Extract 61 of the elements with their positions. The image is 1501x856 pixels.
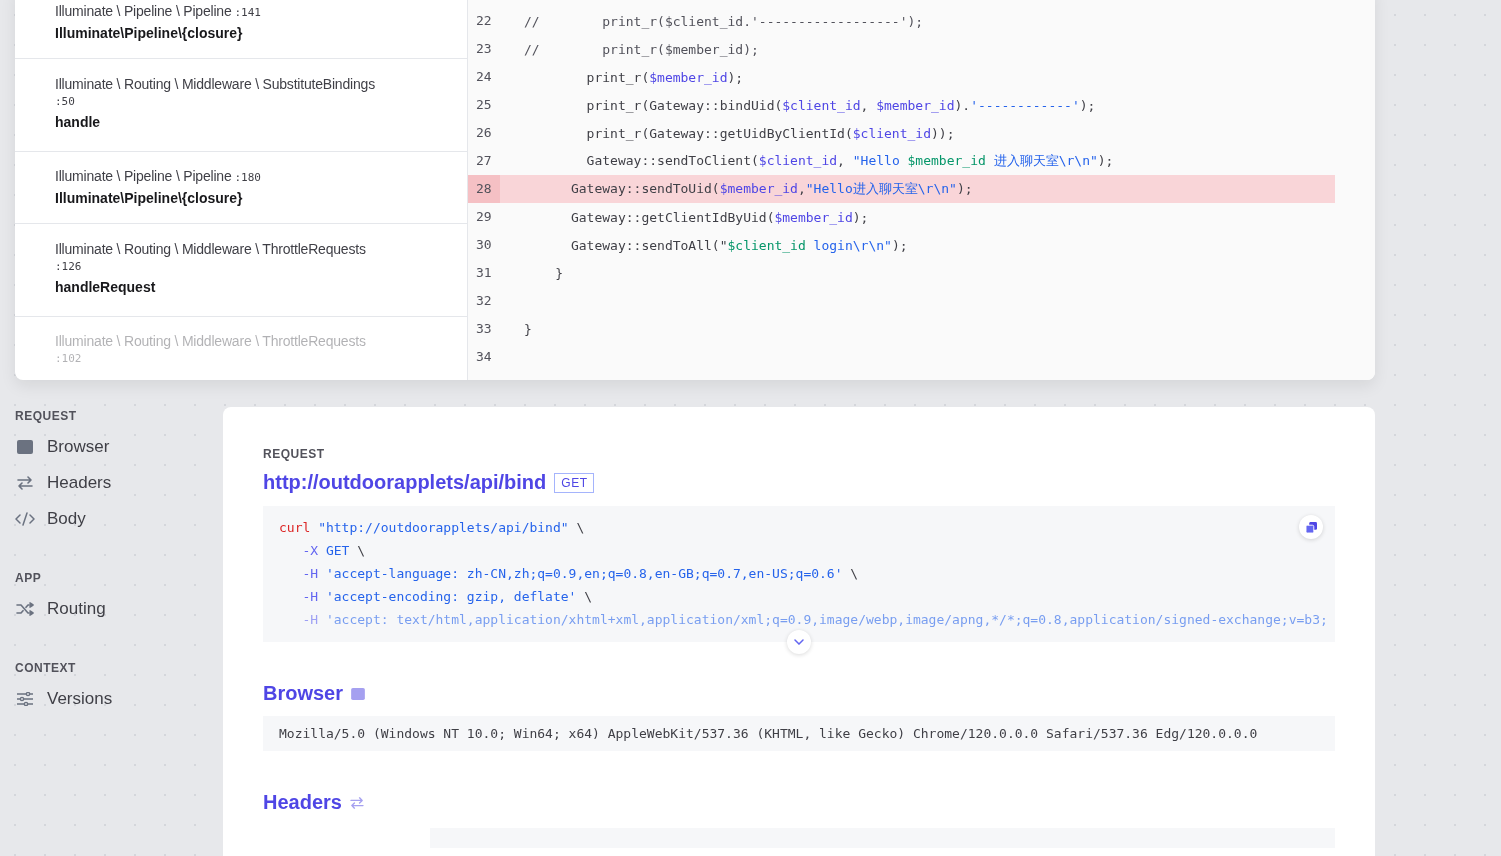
line-number: 30 [475, 236, 493, 254]
sidebar-link[interactable]: Body [15, 501, 86, 537]
frame-class-path: Illuminate \ Pipeline \ Pipeline [55, 168, 232, 184]
line-number: 24 [475, 68, 493, 86]
line-number: 27 [475, 152, 493, 170]
browser-heading: Browser [263, 682, 1335, 705]
user-agent-text: Mozilla/5.0 (Windows NT 10.0; Win64; x64) AppleWebKit/537.36 (KHTML, like Gecko) Chrome/120.0.0.0 Safari/537.36 Edg/120.0.0.0 [263, 716, 1335, 751]
curl-line: -H 'accept-encoding: gzip, deflate' \ [301, 588, 593, 606]
line-number: 29 [475, 208, 493, 226]
frame-line-number: :50 [55, 94, 75, 110]
line-number: 26 [475, 124, 493, 142]
stack-frame[interactable]: Illuminate \ Routing \ Middleware \ SubstituteBindings :50 handle [15, 59, 467, 152]
code-text: Gateway::sendToClient($client_id, "Hello $member_id 进入聊天室\r\n"); [585, 152, 1114, 170]
stack-frame[interactable]: Illuminate \ Routing \ Middleware \ ThrottleRequests :126 handleRequest [15, 224, 467, 317]
curl-line: curl "http://outdoorapplets/api/bind" \ [279, 519, 585, 537]
curl-line: -X GET \ [301, 542, 366, 560]
line-number: 33 [475, 320, 493, 338]
sidebar-section-title: CONTEXT [15, 661, 76, 675]
frame-method: Illuminate\Pipeline\{closure} [55, 25, 244, 41]
code-text: // print_r($client_id.'------------------'); [524, 13, 924, 29]
frame-method: handle [55, 114, 102, 130]
line-number: 28 [468, 175, 500, 203]
sidebar-link[interactable]: Headers [15, 465, 112, 501]
sidebar-link[interactable]: Routing [15, 591, 106, 627]
code-text: print_r($member_id); [585, 69, 744, 85]
line-number: 34 [475, 348, 493, 366]
request-url-link[interactable]: http://outdoorapplets/api/bind [263, 471, 547, 494]
sidebar-section-title: APP [15, 571, 42, 585]
code-text: Gateway::getClientIdByUid($member_id); [569, 209, 869, 225]
code-text: Gateway::sendToAll("$client_id login\r\n"); [569, 237, 908, 253]
code-text: // print_r($member_id); [524, 41, 759, 57]
line-number: 31 [475, 264, 493, 282]
frame-line-number: :126 [55, 259, 82, 275]
frame-class-path: Illuminate \ Routing \ Middleware \ SubstituteBindings [55, 76, 375, 92]
frame-line-number: :102 [55, 351, 82, 367]
stack-frame[interactable]: Illuminate \ Pipeline \ Pipeline :141 Illuminate\Pipeline\{closure} [15, 0, 467, 59]
code-text: print_r(Gateway::getUidByClientId($client_id)); [585, 125, 955, 141]
code-text: Gateway::sendToUid($member_id,"Hello进入聊天室\r\n"); [569, 180, 973, 198]
line-number: 25 [475, 96, 493, 114]
code-text: print_r(Gateway::bindUid($client_id, $member_id).'------------'); [585, 97, 1096, 113]
frame-class-path: Illuminate \ Pipeline \ Pipeline [55, 3, 232, 19]
section-label: REQUEST [263, 447, 326, 461]
frame-line-number: :180 [234, 170, 261, 186]
line-number: 23 [475, 40, 493, 58]
frame-method: handleRequest [55, 279, 157, 295]
sidebar-link[interactable]: Versions [15, 681, 113, 717]
frame-class-path: Illuminate \ Routing \ Middleware \ ThrottleRequests [55, 333, 366, 349]
stack-frame[interactable]: Illuminate \ Pipeline \ Pipeline :180 Illuminate\Pipeline\{closure} [15, 152, 467, 224]
sidebar-link[interactable]: Browser [15, 429, 110, 465]
curl-line: -H 'accept: text/html,application/xhtml+xml,application/xml;q=0.9,image/webp,image/apng,*/*;q=0.8,application/signed-exchange;v=b3; [301, 611, 1328, 629]
http-method-badge: GET [554, 472, 595, 493]
code-text: } [554, 265, 564, 281]
frame-method: Illuminate\Pipeline\{closure} [55, 190, 244, 206]
headers-heading: Headers [263, 791, 1335, 814]
frame-line-number: :141 [234, 5, 261, 21]
frame-class-path: Illuminate \ Routing \ Middleware \ ThrottleRequests [55, 241, 366, 257]
curl-line: -H 'accept-language: zh-CN,zh;q=0.9,en;q=0.8,en-GB;q=0.7,en-US;q=0.6' \ [301, 565, 859, 583]
code-text: } [524, 321, 532, 337]
line-number: 22 [475, 12, 493, 30]
line-number: 32 [475, 292, 493, 310]
sidebar-section-title: REQUEST [15, 409, 77, 423]
